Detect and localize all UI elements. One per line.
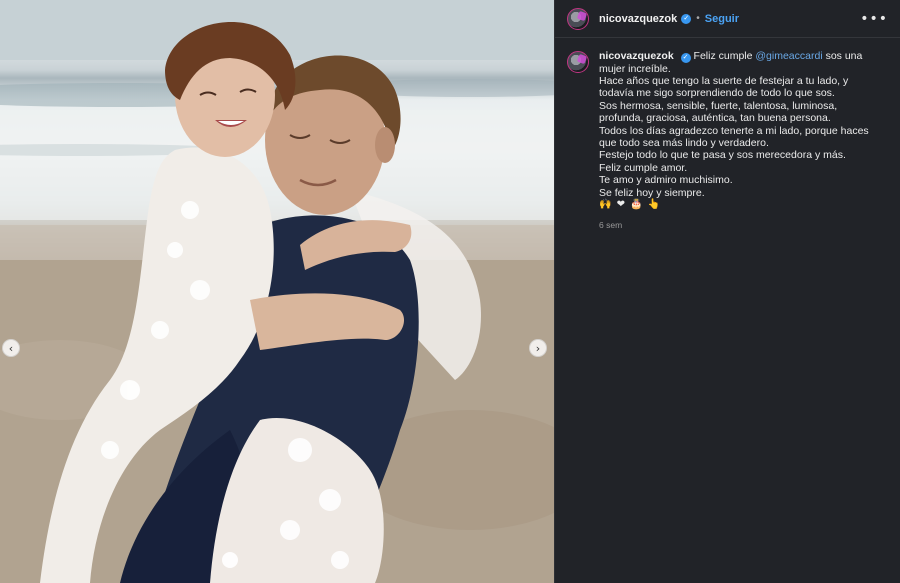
more-options-icon[interactable]: •••: [860, 11, 888, 27]
header-username[interactable]: nicovazquezok: [599, 13, 677, 25]
caption-line: Festejo todo lo que te pasa y sos merece…: [599, 149, 846, 162]
caption-avatar[interactable]: [567, 51, 589, 73]
verified-badge-icon: ✓: [681, 13, 692, 24]
caption-line: Sos hermosa, sensible, fuerte, talentosa…: [599, 99, 838, 125]
post-viewer: ‹ › nicovazquezok ✓ • Seguir ••• nicovaz…: [0, 0, 900, 583]
caption-body: nicovazquezok ✓ Feliz cumple @gimeaccard…: [599, 50, 869, 232]
caption-line: Feliz cumple amor.: [599, 161, 688, 174]
caption-line: Todos los días agradezco tenerte a mi la…: [599, 124, 869, 149]
post-header: nicovazquezok ✓ • Seguir •••: [555, 0, 900, 38]
chevron-right-icon: ›: [535, 341, 541, 355]
carousel-next-button[interactable]: ›: [529, 339, 547, 357]
caption-line: Se feliz hoy y siempre.: [599, 186, 705, 199]
chevron-left-icon: ‹: [8, 341, 14, 355]
photo-illustration: [0, 0, 554, 583]
caption-first-line: nicovazquezok ✓ Feliz cumple @gimeaccard…: [599, 50, 869, 75]
caption-intro-text: Feliz cumple: [693, 50, 753, 62]
caption-emojis: 🙌 ❤ 🎂 👆: [599, 198, 662, 210]
caption-username[interactable]: nicovazquezok: [599, 50, 674, 62]
avatar[interactable]: [567, 7, 589, 30]
post-photo[interactable]: ‹ ›: [0, 0, 554, 583]
mention-link[interactable]: @gimeaccardi: [755, 50, 822, 62]
caption-line: Hace años que tengo la suerte de festeja…: [599, 74, 849, 100]
post-side-panel: nicovazquezok ✓ • Seguir ••• nicovazquez…: [554, 0, 900, 583]
separator-dot: •: [696, 13, 700, 24]
caption-line: Te amo y admiro muchisimo.: [599, 174, 733, 187]
caption: nicovazquezok ✓ Feliz cumple @gimeaccard…: [555, 38, 900, 232]
post-timestamp[interactable]: 6 sem: [599, 219, 869, 231]
carousel-prev-button[interactable]: ‹: [2, 339, 20, 357]
caption-verified-badge-icon: ✓: [680, 52, 691, 63]
follow-button[interactable]: Seguir: [705, 13, 739, 25]
